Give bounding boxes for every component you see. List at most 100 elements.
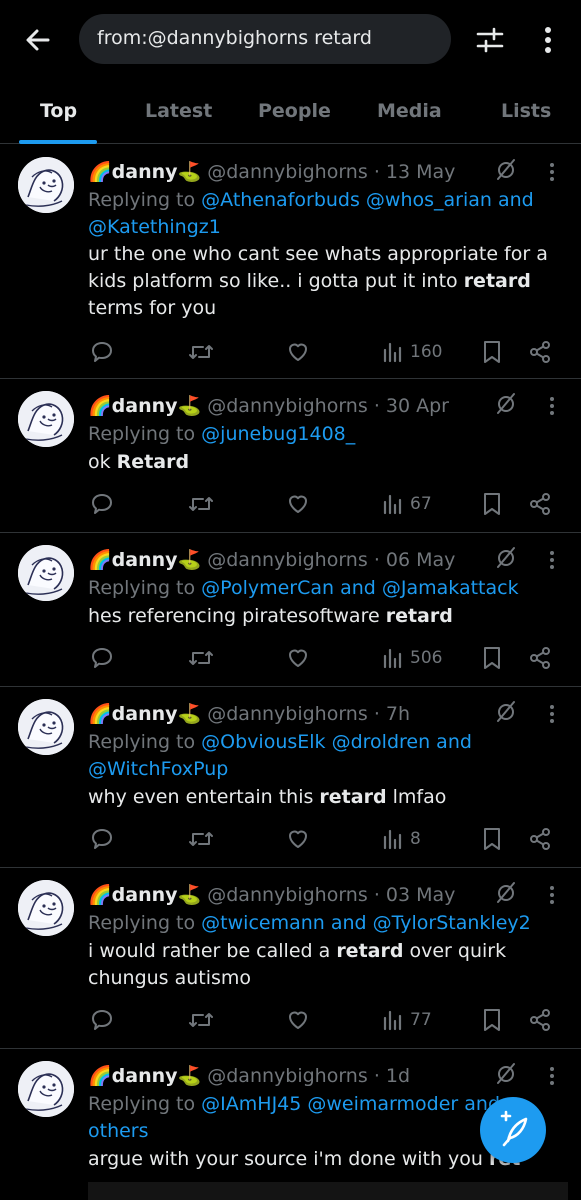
- avatar[interactable]: [18, 699, 74, 755]
- bookmark-icon[interactable]: [482, 337, 502, 367]
- bookmark-icon[interactable]: [482, 824, 502, 854]
- search-input[interactable]: from:@dannybighorns retard: [79, 14, 451, 64]
- like-icon[interactable]: [286, 489, 310, 519]
- bookmark-icon[interactable]: [482, 1005, 502, 1035]
- tweet-text-highlight: retard: [336, 940, 404, 962]
- tab-media[interactable]: Media: [377, 100, 442, 122]
- user-handle[interactable]: @dannybighorns: [207, 884, 368, 906]
- tab-lists[interactable]: Lists: [501, 100, 551, 122]
- avatar[interactable]: [18, 391, 74, 447]
- tweet-header: 🌈danny⛳ @dannybighorns · 03 May: [88, 882, 455, 908]
- user-handle[interactable]: @dannybighorns: [207, 549, 368, 571]
- tweet-more-icon[interactable]: [545, 703, 559, 725]
- tweet-more-icon[interactable]: [545, 1065, 559, 1087]
- retweet-icon[interactable]: [188, 1005, 214, 1035]
- tweet[interactable]: 🌈danny⛳ @dannybighorns · 7h Replying to @…: [0, 687, 581, 868]
- tweet-text-highlight: Retard: [116, 451, 190, 473]
- tweet[interactable]: 🌈danny⛳ @dannybighorns · 13 May Replying …: [0, 145, 581, 379]
- views-icon: [382, 1008, 404, 1032]
- share-icon[interactable]: [528, 489, 552, 519]
- tweet-text-highlight: retard: [463, 270, 531, 292]
- mute-icon[interactable]: [494, 157, 518, 181]
- avatar[interactable]: [18, 880, 74, 936]
- tweet-text-after: terms for you: [88, 297, 217, 319]
- active-tab-indicator: [19, 140, 97, 144]
- replying-to: Replying to @Athenaforbuds @whos_arian a…: [88, 187, 558, 241]
- share-icon[interactable]: [528, 643, 552, 673]
- view-count: 160: [410, 342, 443, 362]
- bookmark-icon[interactable]: [482, 489, 502, 519]
- tab-latest[interactable]: Latest: [145, 100, 212, 122]
- retweet-icon[interactable]: [188, 643, 214, 673]
- tweet-date: · 7h: [373, 703, 411, 725]
- like-icon[interactable]: [286, 824, 310, 854]
- view-count: 506: [410, 648, 443, 668]
- tweet[interactable]: 🌈danny⛳ @dannybighorns · 06 May Replying …: [0, 533, 581, 687]
- replying-to-label: Replying to: [88, 423, 196, 445]
- reply-icon[interactable]: [90, 643, 114, 673]
- tweet-more-icon[interactable]: [545, 161, 559, 183]
- display-name[interactable]: 🌈danny⛳: [88, 161, 201, 183]
- retweet-icon[interactable]: [188, 489, 214, 519]
- reply-mentions[interactable]: @PolymerCan and @Jamakattack: [201, 577, 518, 599]
- filter-icon[interactable]: [474, 24, 506, 56]
- tweet[interactable]: 🌈danny⛳ @dannybighorns · 03 May Replying …: [0, 868, 581, 1049]
- tab-top[interactable]: Top: [40, 100, 77, 122]
- user-handle[interactable]: @dannybighorns: [207, 161, 368, 183]
- views-button[interactable]: 8: [382, 824, 421, 854]
- mute-icon[interactable]: [494, 391, 518, 415]
- user-handle[interactable]: @dannybighorns: [207, 395, 368, 417]
- share-icon[interactable]: [528, 1005, 552, 1035]
- user-handle[interactable]: @dannybighorns: [207, 703, 368, 725]
- mute-icon[interactable]: [494, 880, 518, 904]
- display-name[interactable]: 🌈danny⛳: [88, 1065, 201, 1087]
- tweet[interactable]: 🌈danny⛳ @dannybighorns · 30 Apr Replying …: [0, 379, 581, 533]
- reply-icon[interactable]: [90, 824, 114, 854]
- back-arrow-icon[interactable]: [22, 24, 54, 56]
- tweet-actions: 506: [88, 643, 568, 673]
- display-name[interactable]: 🌈danny⛳: [88, 884, 201, 906]
- top-bar: from:@dannybighorns retard: [0, 0, 581, 80]
- reply-icon[interactable]: [90, 489, 114, 519]
- tweet-date: · 1d: [373, 1065, 411, 1087]
- like-icon[interactable]: [286, 1005, 310, 1035]
- tweet-date: · 03 May: [373, 884, 456, 906]
- views-button[interactable]: 77: [382, 1005, 432, 1035]
- display-name[interactable]: 🌈danny⛳: [88, 395, 201, 417]
- share-icon[interactable]: [528, 824, 552, 854]
- view-count: 8: [410, 829, 421, 849]
- mute-icon[interactable]: [494, 1061, 518, 1085]
- tweet-text: ok Retard: [88, 449, 564, 476]
- like-icon[interactable]: [286, 643, 310, 673]
- more-vertical-icon[interactable]: [538, 24, 558, 56]
- reply-icon[interactable]: [90, 1005, 114, 1035]
- share-icon[interactable]: [528, 337, 552, 367]
- tweet-more-icon[interactable]: [545, 884, 559, 906]
- views-button[interactable]: 506: [382, 643, 442, 673]
- tweet-more-icon[interactable]: [545, 395, 559, 417]
- avatar[interactable]: [18, 545, 74, 601]
- retweet-icon[interactable]: [188, 824, 214, 854]
- mute-icon[interactable]: [494, 699, 518, 723]
- views-button[interactable]: 67: [382, 489, 432, 519]
- views-button[interactable]: 160: [382, 337, 442, 367]
- tab-people[interactable]: People: [258, 100, 331, 122]
- retweet-icon[interactable]: [188, 337, 214, 367]
- replying-to: Replying to @PolymerCan and @Jamakattack: [88, 575, 558, 602]
- tweet-text: why even entertain this retard lmfao: [88, 784, 564, 811]
- tweet-text-highlight: retard: [385, 605, 453, 627]
- bookmark-icon[interactable]: [482, 643, 502, 673]
- avatar[interactable]: [18, 1061, 74, 1117]
- reply-mentions[interactable]: @junebug1408_: [201, 423, 355, 445]
- reply-mentions[interactable]: @twicemann and @TylorStankley2: [201, 912, 531, 934]
- mute-icon[interactable]: [494, 545, 518, 569]
- like-icon[interactable]: [286, 337, 310, 367]
- reply-icon[interactable]: [90, 337, 114, 367]
- user-handle[interactable]: @dannybighorns: [207, 1065, 368, 1087]
- avatar[interactable]: [18, 157, 74, 213]
- display-name[interactable]: 🌈danny⛳: [88, 549, 201, 571]
- compose-button[interactable]: [480, 1097, 546, 1163]
- tweet-more-icon[interactable]: [545, 549, 559, 571]
- replying-to-label: Replying to: [88, 912, 196, 934]
- display-name[interactable]: 🌈danny⛳: [88, 703, 201, 725]
